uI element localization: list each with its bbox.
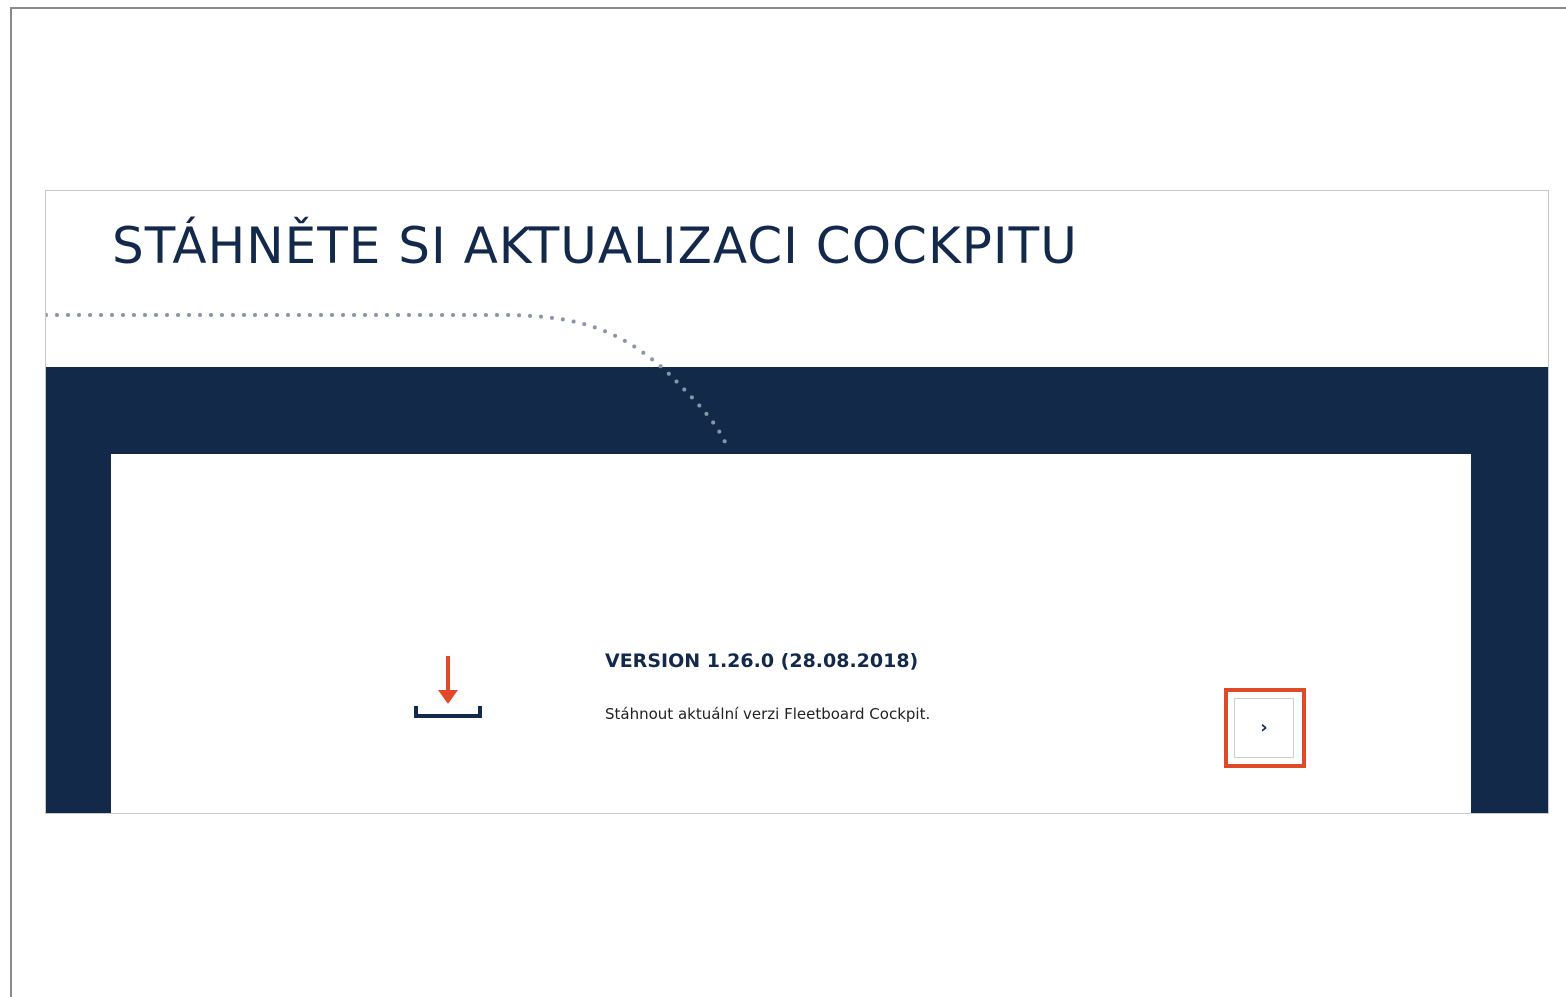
chevron-right-icon: › [1260,717,1268,738]
download-icon[interactable] [412,654,484,720]
download-next-button[interactable]: › [1234,698,1294,758]
download-card: VERSION 1.26.0 (28.08.2018) Stáhnout akt… [111,454,1471,813]
version-title: VERSION 1.26.0 (28.08.2018) [605,650,919,672]
download-panel: STÁHNĚTE SI AKTUALIZACI COCKPITU VERSION… [45,190,1549,814]
version-description: Stáhnout aktuální verzi Fleetboard Cockp… [605,705,931,723]
dotted-curve-decoration [46,313,730,451]
page-title: STÁHNĚTE SI AKTUALIZACI COCKPITU [112,217,1078,275]
